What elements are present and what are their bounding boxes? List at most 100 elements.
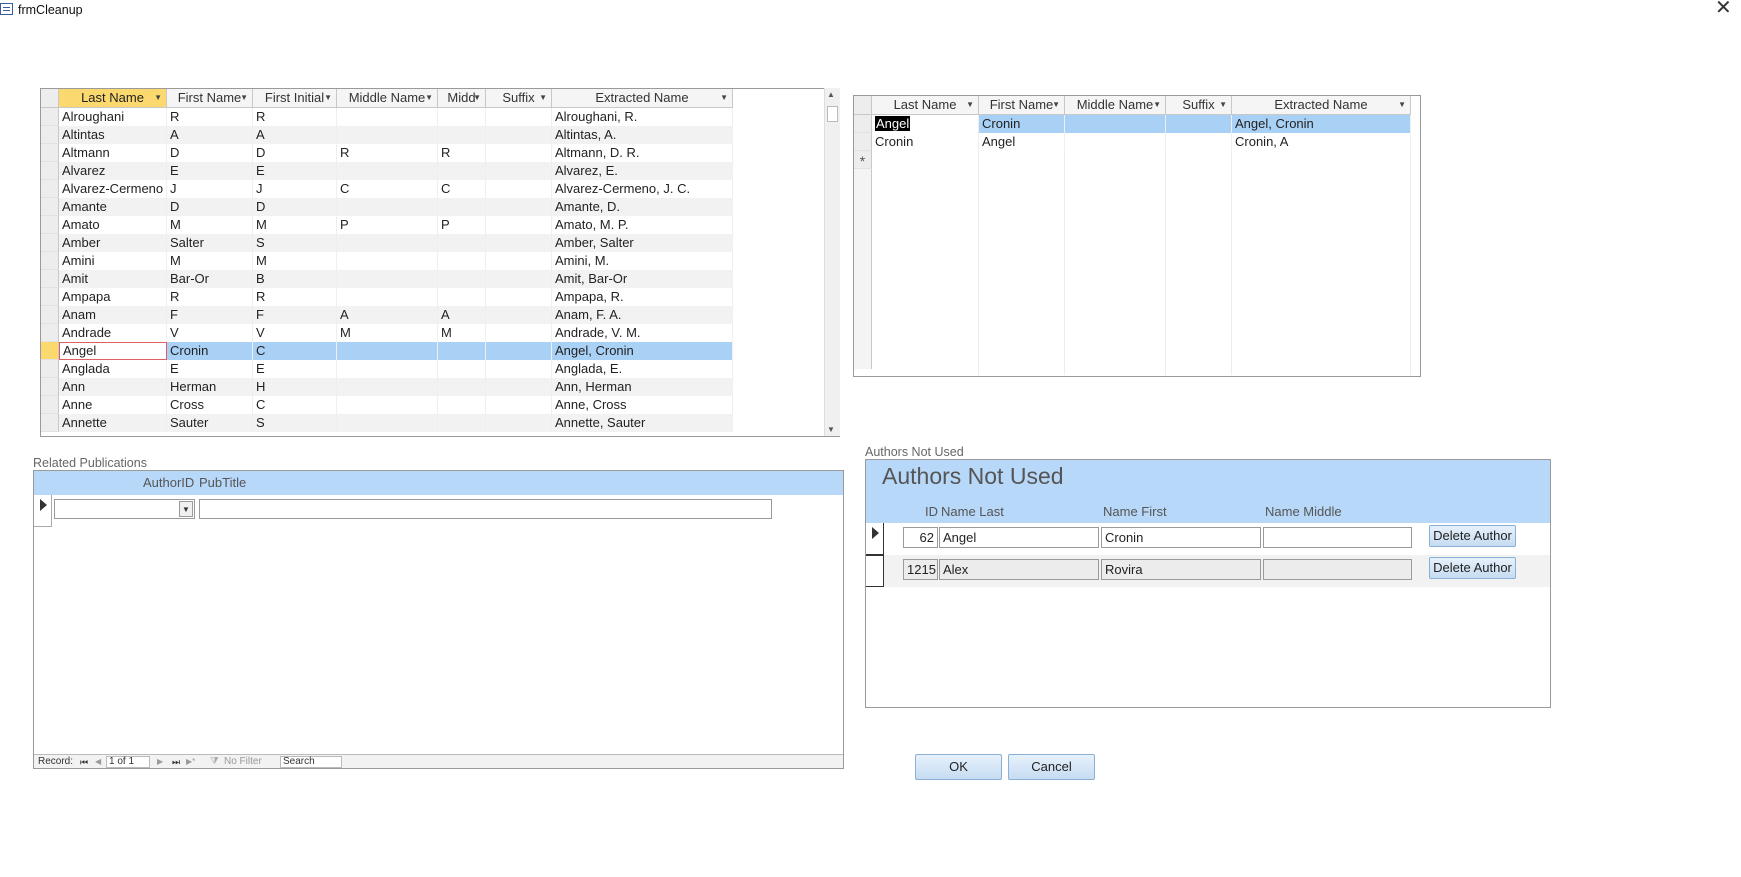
cell-first-initial[interactable]: E	[253, 162, 337, 180]
column-header-first-name[interactable]: First Name ▼	[979, 96, 1065, 115]
cell-extracted-name[interactable]: Amit, Bar-Or	[552, 270, 733, 288]
close-icon[interactable]: ✕	[1715, 0, 1732, 19]
cell-midd[interactable]	[438, 360, 486, 378]
record-selector[interactable]	[41, 324, 59, 342]
record-selector[interactable]	[41, 144, 59, 162]
cell-middle-name[interactable]	[337, 108, 438, 126]
cell-extracted-name[interactable]: Cronin, A	[1232, 133, 1411, 151]
cell-suffix[interactable]	[486, 126, 552, 144]
cell-first-initial[interactable]: J	[253, 180, 337, 198]
cell-middle-name[interactable]	[1065, 133, 1166, 151]
search-input[interactable]: Search	[280, 756, 342, 768]
cell-midd[interactable]	[438, 414, 486, 432]
column-header-middle-name[interactable]: Middle Name ▼	[337, 89, 438, 108]
cell-suffix[interactable]	[486, 414, 552, 432]
cell-midd[interactable]: R	[438, 144, 486, 162]
column-header-midd[interactable]: Midd ▼	[438, 89, 486, 108]
cell-first-initial[interactable]: R	[253, 108, 337, 126]
chevron-down-icon[interactable]: ▼	[720, 89, 728, 107]
cell-first-initial[interactable]: F	[253, 306, 337, 324]
select-all-box[interactable]	[854, 96, 872, 115]
author-id-field[interactable]: 62	[903, 527, 938, 548]
cell-last-name[interactable]: Anne	[59, 396, 167, 414]
cell-first-name[interactable]: R	[167, 108, 253, 126]
cell-suffix[interactable]	[486, 162, 552, 180]
cell-first-initial[interactable]: A	[253, 126, 337, 144]
cell-suffix[interactable]	[486, 342, 552, 360]
cell-last-name[interactable]: Altintas	[59, 126, 167, 144]
record-selector[interactable]	[41, 234, 59, 252]
cell-middle-name[interactable]	[337, 360, 438, 378]
cell-middle-name[interactable]: C	[337, 180, 438, 198]
cell-extracted-name[interactable]: Alvarez-Cermeno, J. C.	[552, 180, 733, 198]
cell-extracted-name[interactable]: Amber, Salter	[552, 234, 733, 252]
cell-first-name[interactable]: Bar-Or	[167, 270, 253, 288]
cell-first-initial[interactable]: R	[253, 288, 337, 306]
cell-middle-name[interactable]	[337, 342, 438, 360]
cell-middle-name[interactable]	[1065, 115, 1166, 133]
delete-author-button[interactable]: Delete Author	[1429, 557, 1516, 579]
record-selector[interactable]	[41, 162, 59, 180]
cell-middle-name[interactable]	[337, 234, 438, 252]
record-selector[interactable]	[41, 252, 59, 270]
record-selector[interactable]	[41, 378, 59, 396]
cell-suffix[interactable]	[486, 180, 552, 198]
cell-first-name[interactable]: Cronin	[979, 115, 1065, 133]
cell-midd[interactable]	[438, 252, 486, 270]
cell-middle-name[interactable]	[337, 396, 438, 414]
cell-suffix[interactable]	[486, 270, 552, 288]
cell-middle-name[interactable]	[337, 126, 438, 144]
cell-midd[interactable]	[438, 270, 486, 288]
cell-suffix[interactable]	[486, 306, 552, 324]
previous-record-icon[interactable]: ◀	[95, 755, 101, 769]
cell-suffix[interactable]	[486, 324, 552, 342]
cell-first-name[interactable]: D	[167, 144, 253, 162]
cell-midd[interactable]: C	[438, 180, 486, 198]
cell-first-initial[interactable]: C	[253, 342, 337, 360]
cell-last-name[interactable]: Anglada	[59, 360, 167, 378]
record-selector[interactable]	[41, 306, 59, 324]
cell-first-name[interactable]: Sauter	[167, 414, 253, 432]
record-selector[interactable]	[41, 288, 59, 306]
name-middle-field[interactable]	[1263, 559, 1412, 580]
cell-middle-name[interactable]	[337, 288, 438, 306]
record-selector[interactable]	[41, 216, 59, 234]
cell-suffix[interactable]	[1166, 133, 1232, 151]
column-header-extracted-name[interactable]: Extracted Name ▼	[552, 89, 733, 108]
cell-suffix[interactable]	[486, 198, 552, 216]
cell-extracted-name[interactable]: Anne, Cross	[552, 396, 733, 414]
pubtitle-field[interactable]	[199, 499, 772, 519]
name-first-field[interactable]: Cronin	[1101, 527, 1261, 548]
cell-extracted-name[interactable]: Annette, Sauter	[552, 414, 733, 432]
cell-suffix[interactable]	[486, 288, 552, 306]
cell-first-name[interactable]: D	[167, 198, 253, 216]
select-all-box[interactable]	[41, 89, 59, 108]
author-id-field[interactable]: 1215	[903, 559, 938, 580]
no-filter-button[interactable]: No Filter	[224, 755, 262, 769]
column-header-middle-name[interactable]: Middle Name ▼	[1065, 96, 1166, 115]
chevron-down-icon[interactable]: ▼	[425, 89, 433, 107]
chevron-down-icon[interactable]: ▼	[539, 89, 547, 107]
cell-extracted-name[interactable]: Altintas, A.	[552, 126, 733, 144]
cell-first-initial[interactable]: C	[253, 396, 337, 414]
cell-last-name[interactable]: Ann	[59, 378, 167, 396]
chevron-down-icon[interactable]: ▼	[966, 96, 974, 114]
new-record-selector[interactable]: *	[854, 151, 872, 169]
cell-midd[interactable]	[438, 396, 486, 414]
column-header-extracted-name[interactable]: Extracted Name ▼	[1232, 96, 1411, 115]
new-record-icon[interactable]: ▶*	[186, 755, 195, 769]
cell-first-initial[interactable]: E	[253, 360, 337, 378]
cell-last-name[interactable]: Angel	[872, 115, 979, 133]
cell-extracted-name[interactable]: Amato, M. P.	[552, 216, 733, 234]
column-header-last-name[interactable]: Last Name ▼	[59, 89, 167, 108]
cell-suffix[interactable]	[486, 378, 552, 396]
record-selector[interactable]	[41, 270, 59, 288]
cell-last-name[interactable]: Alvarez-Cermeno	[59, 180, 167, 198]
cell-middle-name[interactable]	[337, 252, 438, 270]
cell-first-name[interactable]: F	[167, 306, 253, 324]
cell-last-name[interactable]: Amini	[59, 252, 167, 270]
cell-middle-name[interactable]: A	[337, 306, 438, 324]
cell-first-name[interactable]: J	[167, 180, 253, 198]
record-selector[interactable]	[866, 523, 884, 555]
first-record-icon[interactable]: ⏮	[80, 755, 88, 769]
